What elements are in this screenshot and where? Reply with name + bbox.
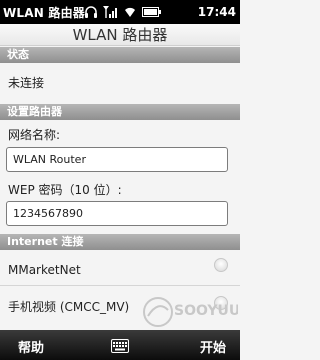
signal-icon [102,5,118,19]
watermark-text: SOOYUU [174,303,238,319]
wifi-icon [122,5,138,19]
section-header-router: 设置路由器 [0,104,240,120]
clock[interactable]: 17:44 [198,5,236,19]
network-name-label: 网络名称: [8,128,61,142]
internet-option-label[interactable]: MMarketNet [8,263,81,277]
battery-icon [142,6,162,18]
internet-option-label[interactable]: 手机视频 (CMCC_MV) [8,298,129,315]
wep-password-label: WEP 密码（10 位）: [8,183,122,197]
status-icons[interactable] [84,0,162,24]
internet-option-radio[interactable] [214,258,228,272]
section-header-internet: Internet 连接 [0,234,240,250]
wep-password-field[interactable]: 1234567890 [6,201,228,226]
page-title: WLAN 路由器 [0,24,240,46]
headset-icon [84,5,98,19]
connection-status: 未连接 [8,76,45,90]
status-bar-title[interactable]: WLAN 路由器 [0,4,85,21]
network-name-field[interactable]: WLAN Router [6,147,228,172]
list-divider [0,285,240,286]
keyboard-icon[interactable] [111,338,129,357]
start-softkey[interactable]: 开始 [200,337,226,356]
help-softkey[interactable]: 帮助 [18,337,44,356]
soft-key-bar: 帮助 开始 [0,330,240,360]
status-bar: WLAN 路由器 17:44 [0,0,240,24]
section-header-status: 状态 [0,47,240,63]
internet-option-radio[interactable] [214,296,228,310]
